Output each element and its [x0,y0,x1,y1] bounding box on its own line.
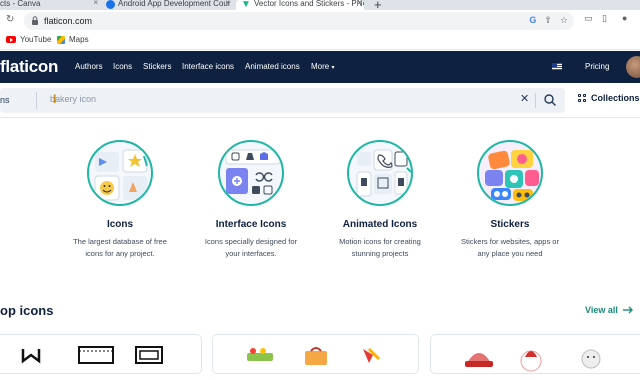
stickers-illustration-icon [477,140,543,206]
divider [36,92,37,109]
tab-title: cts - Canva [0,0,41,8]
icon-pack-card[interactable] [0,334,202,374]
category-description: Icons specially designed for your interf… [181,236,321,260]
view-all-label: View all [585,305,618,315]
search-type-select[interactable]: ns [0,95,10,105]
category-description: Motion icons for creating stunning proje… [310,236,450,260]
collections-grid-icon [578,94,586,102]
desc-line: Icons specially designed for [204,237,298,246]
nav-interface-icons[interactable]: Interface icons [182,62,234,71]
pack-preview-icon [247,347,381,365]
desc-line: any place you need [477,249,543,258]
desc-line: your interfaces. [225,249,277,258]
new-tab-icon[interactable]: + [374,0,382,10]
tab-flaticon-active[interactable]: ▼ Vector Icons and Stickers - PNG × [236,0,364,10]
bookmark-label: YouTube [20,35,52,44]
icons-illustration-icon [87,140,153,206]
tab-strip: cts - Canva × Android App Development Co… [0,0,640,10]
divider [535,93,536,108]
category-description: The largest database of free icons for a… [50,236,190,260]
site-favicon-icon [106,0,115,9]
desc-line: Motion icons for creating [339,237,421,246]
search-icon[interactable] [543,93,557,107]
reload-icon[interactable]: ↻ [6,14,14,25]
address-bar[interactable]: flaticon.com G ⇪ ☆ [24,12,574,30]
pack-preview-icon [21,346,163,364]
extensions-icon[interactable]: ▭ [584,13,593,24]
nav-pricing[interactable]: Pricing [585,62,609,71]
youtube-icon [6,36,16,43]
site-info-icon[interactable] [31,16,39,25]
bookmark-maps[interactable]: Maps [57,35,89,44]
desc-line: Stickers for websites, apps or [461,237,559,246]
category-title: Stickers [490,219,530,230]
category-title: Animated Icons [342,219,418,230]
clear-search-icon[interactable]: ✕ [520,93,529,106]
profile-icon[interactable]: ● [622,13,627,23]
share-icon[interactable]: ⇪ [544,15,552,26]
bookmark-label: Maps [69,35,89,44]
close-tab-icon[interactable]: × [357,0,362,7]
tab-android[interactable]: Android App Development Cour × [104,0,232,10]
address-bar-row: ↻ flaticon.com G ⇪ ☆ ▭ ▯ ● [0,10,640,32]
flaticon-favicon-icon: ▼ [241,0,251,10]
us-flag-icon[interactable] [552,63,562,70]
category-title: Interface Icons [215,219,287,230]
nav-icons[interactable]: Icons [113,62,132,71]
top-icons-heading: op icons [0,303,54,318]
bookmarks-bar: YouTube Maps [0,32,640,50]
maps-icon [57,35,65,44]
view-all-link[interactable]: View all [585,305,633,315]
desc-line: icons for any project. [85,249,155,258]
search-bar: ns bakery icon I ✕ [0,88,565,113]
nav-animated-icons[interactable]: Animated icons [245,62,300,71]
arrow-right-icon [622,306,633,314]
nav-more-label: More [311,62,330,71]
flaticon-logo[interactable]: flaticon [0,57,58,77]
nav-authors[interactable]: Authors [75,62,103,71]
address-bar-actions: G ⇪ ☆ [529,15,568,26]
chevron-down-icon: ▾ [331,65,335,71]
category-interface-icons[interactable]: Interface Icons Icons specially designed… [181,140,321,260]
user-avatar[interactable] [626,56,640,78]
category-stickers[interactable]: Stickers Stickers for websites, apps or … [440,140,580,260]
animated-illustration-icon [347,140,413,206]
close-tab-icon[interactable]: × [225,0,230,7]
desc-line: stunning projects [351,249,409,258]
site-header: flaticon Authors Icons Stickers Interfac… [0,51,640,83]
tab-title: Android App Development Cour [118,0,231,8]
search-row: ns bakery icon I ✕ Collections [0,83,640,118]
category-title: Icons [106,219,134,230]
tab-title: Vector Icons and Stickers - PNG [254,0,364,8]
sidebar-icon[interactable]: ▯ [602,13,607,24]
search-input[interactable]: bakery icon [50,94,96,104]
nav-more[interactable]: More ▾ [311,62,334,71]
text-cursor-icon: I [53,92,57,106]
bookmark-star-icon[interactable]: ☆ [560,15,568,26]
interface-illustration-icon [218,140,284,206]
tab-canva[interactable]: cts - Canva × [0,0,100,10]
bookmark-youtube[interactable]: YouTube [6,35,51,44]
desc-line: The largest database of free [73,237,167,246]
pack-preview-icon [465,349,601,372]
category-animated-icons[interactable]: Animated Icons Motion icons for creating… [310,140,450,260]
google-lens-icon[interactable]: G [529,15,536,26]
url-text[interactable]: flaticon.com [44,15,92,27]
collections-button[interactable]: Collections [578,93,640,103]
category-description: Stickers for websites, apps or any place… [440,236,580,260]
nav-stickers[interactable]: Stickers [143,62,171,71]
category-icons[interactable]: Icons The largest database of free icons… [50,140,190,260]
collections-label: Collections [591,93,640,103]
icon-pack-card[interactable] [212,334,419,374]
close-tab-icon[interactable]: × [93,0,98,7]
icon-pack-card[interactable] [430,334,640,374]
